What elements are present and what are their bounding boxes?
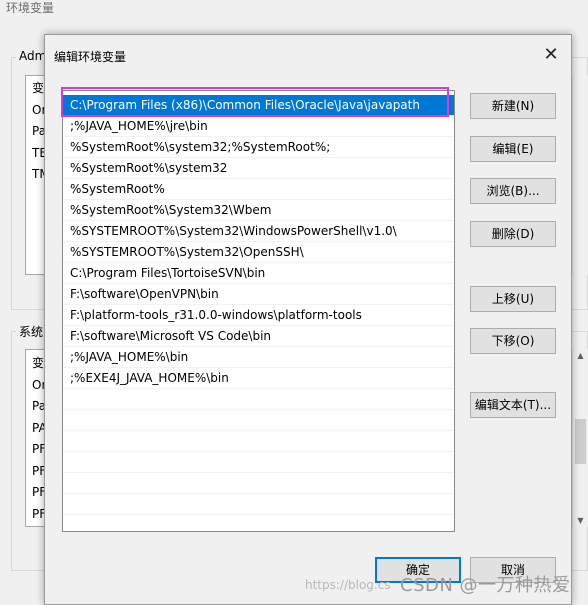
move-down-button[interactable]: 下移(O) (470, 328, 556, 354)
path-row[interactable]: C:\Program Files\TortoiseSVN\bin (63, 263, 454, 284)
scroll-down-arrow-icon[interactable]: ▼ (573, 516, 588, 525)
edit-button[interactable]: 编辑(E) (470, 136, 556, 162)
path-row[interactable]: %SystemRoot%\system32 (63, 158, 454, 179)
dialog-title: 编辑环境变量 (54, 50, 127, 64)
system-variables-label: 系统 (16, 323, 47, 340)
delete-button[interactable]: 删除(D) (470, 221, 556, 247)
path-row[interactable]: F:\platform-tools_r31.0.0-windows\platfo… (63, 305, 454, 326)
watermark-url: https://blog.cs (305, 578, 391, 592)
close-icon[interactable]: ✕ (539, 43, 563, 67)
path-row-empty[interactable] (63, 410, 454, 431)
annotation-highlight-box (61, 87, 449, 117)
user-list-scrollbar[interactable] (572, 75, 588, 275)
path-row[interactable]: ;%JAVA_HOME%\bin (63, 347, 454, 368)
move-up-button[interactable]: 上移(U) (470, 286, 556, 312)
path-row[interactable]: ;%JAVA_HOME%\jre\bin (63, 116, 454, 137)
path-row-empty[interactable] (63, 389, 454, 410)
path-row[interactable]: F:\software\OpenVPN\bin (63, 284, 454, 305)
path-list[interactable]: C:\Program Files (x86)\Common Files\Orac… (62, 90, 455, 532)
path-row-empty[interactable] (63, 431, 454, 452)
path-row[interactable]: F:\software\Microsoft VS Code\bin (63, 326, 454, 347)
edit-environment-variable-dialog: 编辑环境变量 ✕ C:\Program Files (x86)\Common F… (44, 34, 572, 605)
path-row[interactable]: %SYSTEMROOT%\System32\OpenSSH\ (63, 242, 454, 263)
path-row[interactable]: %SystemRoot% (63, 179, 454, 200)
scroll-up-arrow-icon[interactable]: ▲ (573, 351, 588, 360)
system-list-scrollbar[interactable]: ▲ ▼ (572, 349, 588, 527)
watermark-text: CSDN @一万种热爱 (400, 575, 571, 596)
path-row[interactable]: ;%EXE4J_JAVA_HOME%\bin (63, 368, 454, 389)
browse-button[interactable]: 浏览(B)... (470, 178, 556, 204)
window-title: 环境变量 (6, 1, 55, 15)
path-row-empty[interactable] (63, 494, 454, 515)
scrollbar-thumb[interactable] (575, 419, 586, 464)
path-row-empty[interactable] (63, 452, 454, 473)
path-row-empty[interactable] (63, 473, 454, 494)
path-row[interactable]: %SYSTEMROOT%\System32\WindowsPowerShell\… (63, 221, 454, 242)
new-button[interactable]: 新建(N) (470, 93, 556, 119)
path-row[interactable]: %SystemRoot%\System32\Wbem (63, 200, 454, 221)
path-row[interactable]: %SystemRoot%\system32;%SystemRoot%; (63, 137, 454, 158)
edit-text-button[interactable]: 编辑文本(T)... (470, 392, 556, 418)
